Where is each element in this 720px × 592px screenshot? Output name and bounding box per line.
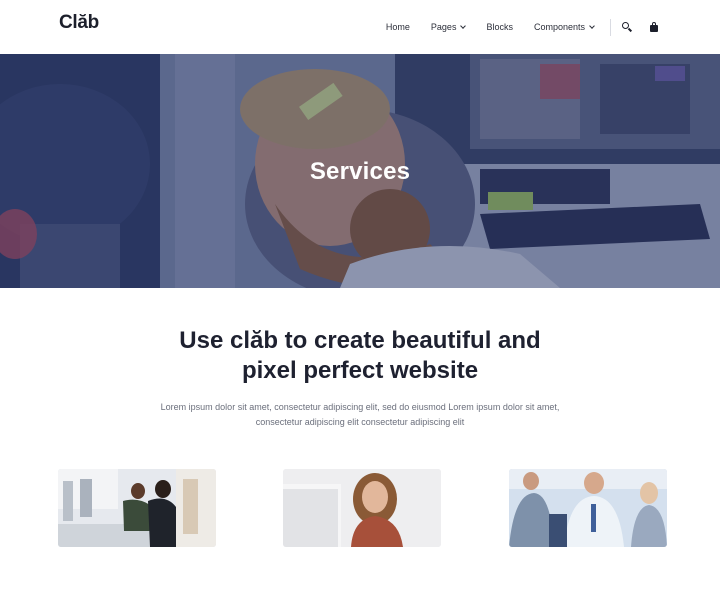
- nav-item-label: Home: [385, 22, 410, 32]
- shopping-bag-icon[interactable]: [648, 21, 660, 33]
- nav-item-blocks[interactable]: Blocks: [486, 22, 513, 32]
- main-nav: Home Pages Blocks Components: [386, 0, 660, 54]
- nav-item-components[interactable]: Components: [533, 22, 595, 32]
- service-card-image[interactable]: [283, 469, 441, 547]
- service-card-image[interactable]: [58, 469, 216, 547]
- chevron-down-icon: [589, 22, 595, 29]
- nav-divider: [610, 18, 611, 36]
- chevron-down-icon: [460, 22, 467, 29]
- office-workers-image: [58, 469, 216, 547]
- site-logo[interactable]: Clăb: [59, 12, 99, 34]
- intro-text-line-2: consectetur adipiscing elit consectetur …: [255, 417, 465, 427]
- intro-text: Lorem ipsum dolor sit amet, consectetur …: [140, 400, 580, 430]
- intro-heading-line-1: Use clăb to create beautiful and: [179, 327, 541, 354]
- search-icon[interactable]: [621, 21, 633, 33]
- navbar: Clăb Home Pages Blocks Components: [0, 0, 720, 54]
- business-team-image: [509, 469, 667, 547]
- nav-item-label: Pages: [430, 22, 457, 32]
- nav-item-pages[interactable]: Pages: [430, 22, 467, 32]
- intro-heading: Use clăb to create beautiful and pixel p…: [0, 326, 720, 386]
- service-card-image[interactable]: [509, 469, 667, 547]
- hero-title: Services: [309, 158, 411, 185]
- nav-item-label: Components: [533, 22, 585, 32]
- hero-banner: Services: [0, 54, 720, 288]
- intro-heading-line-2: pixel perfect website: [241, 357, 479, 384]
- nav-item-label: Blocks: [486, 22, 513, 32]
- smiling-woman-image: [283, 469, 441, 547]
- intro-text-line-1: Lorem ipsum dolor sit amet, consectetur …: [160, 402, 560, 412]
- nav-item-home[interactable]: Home: [386, 22, 410, 32]
